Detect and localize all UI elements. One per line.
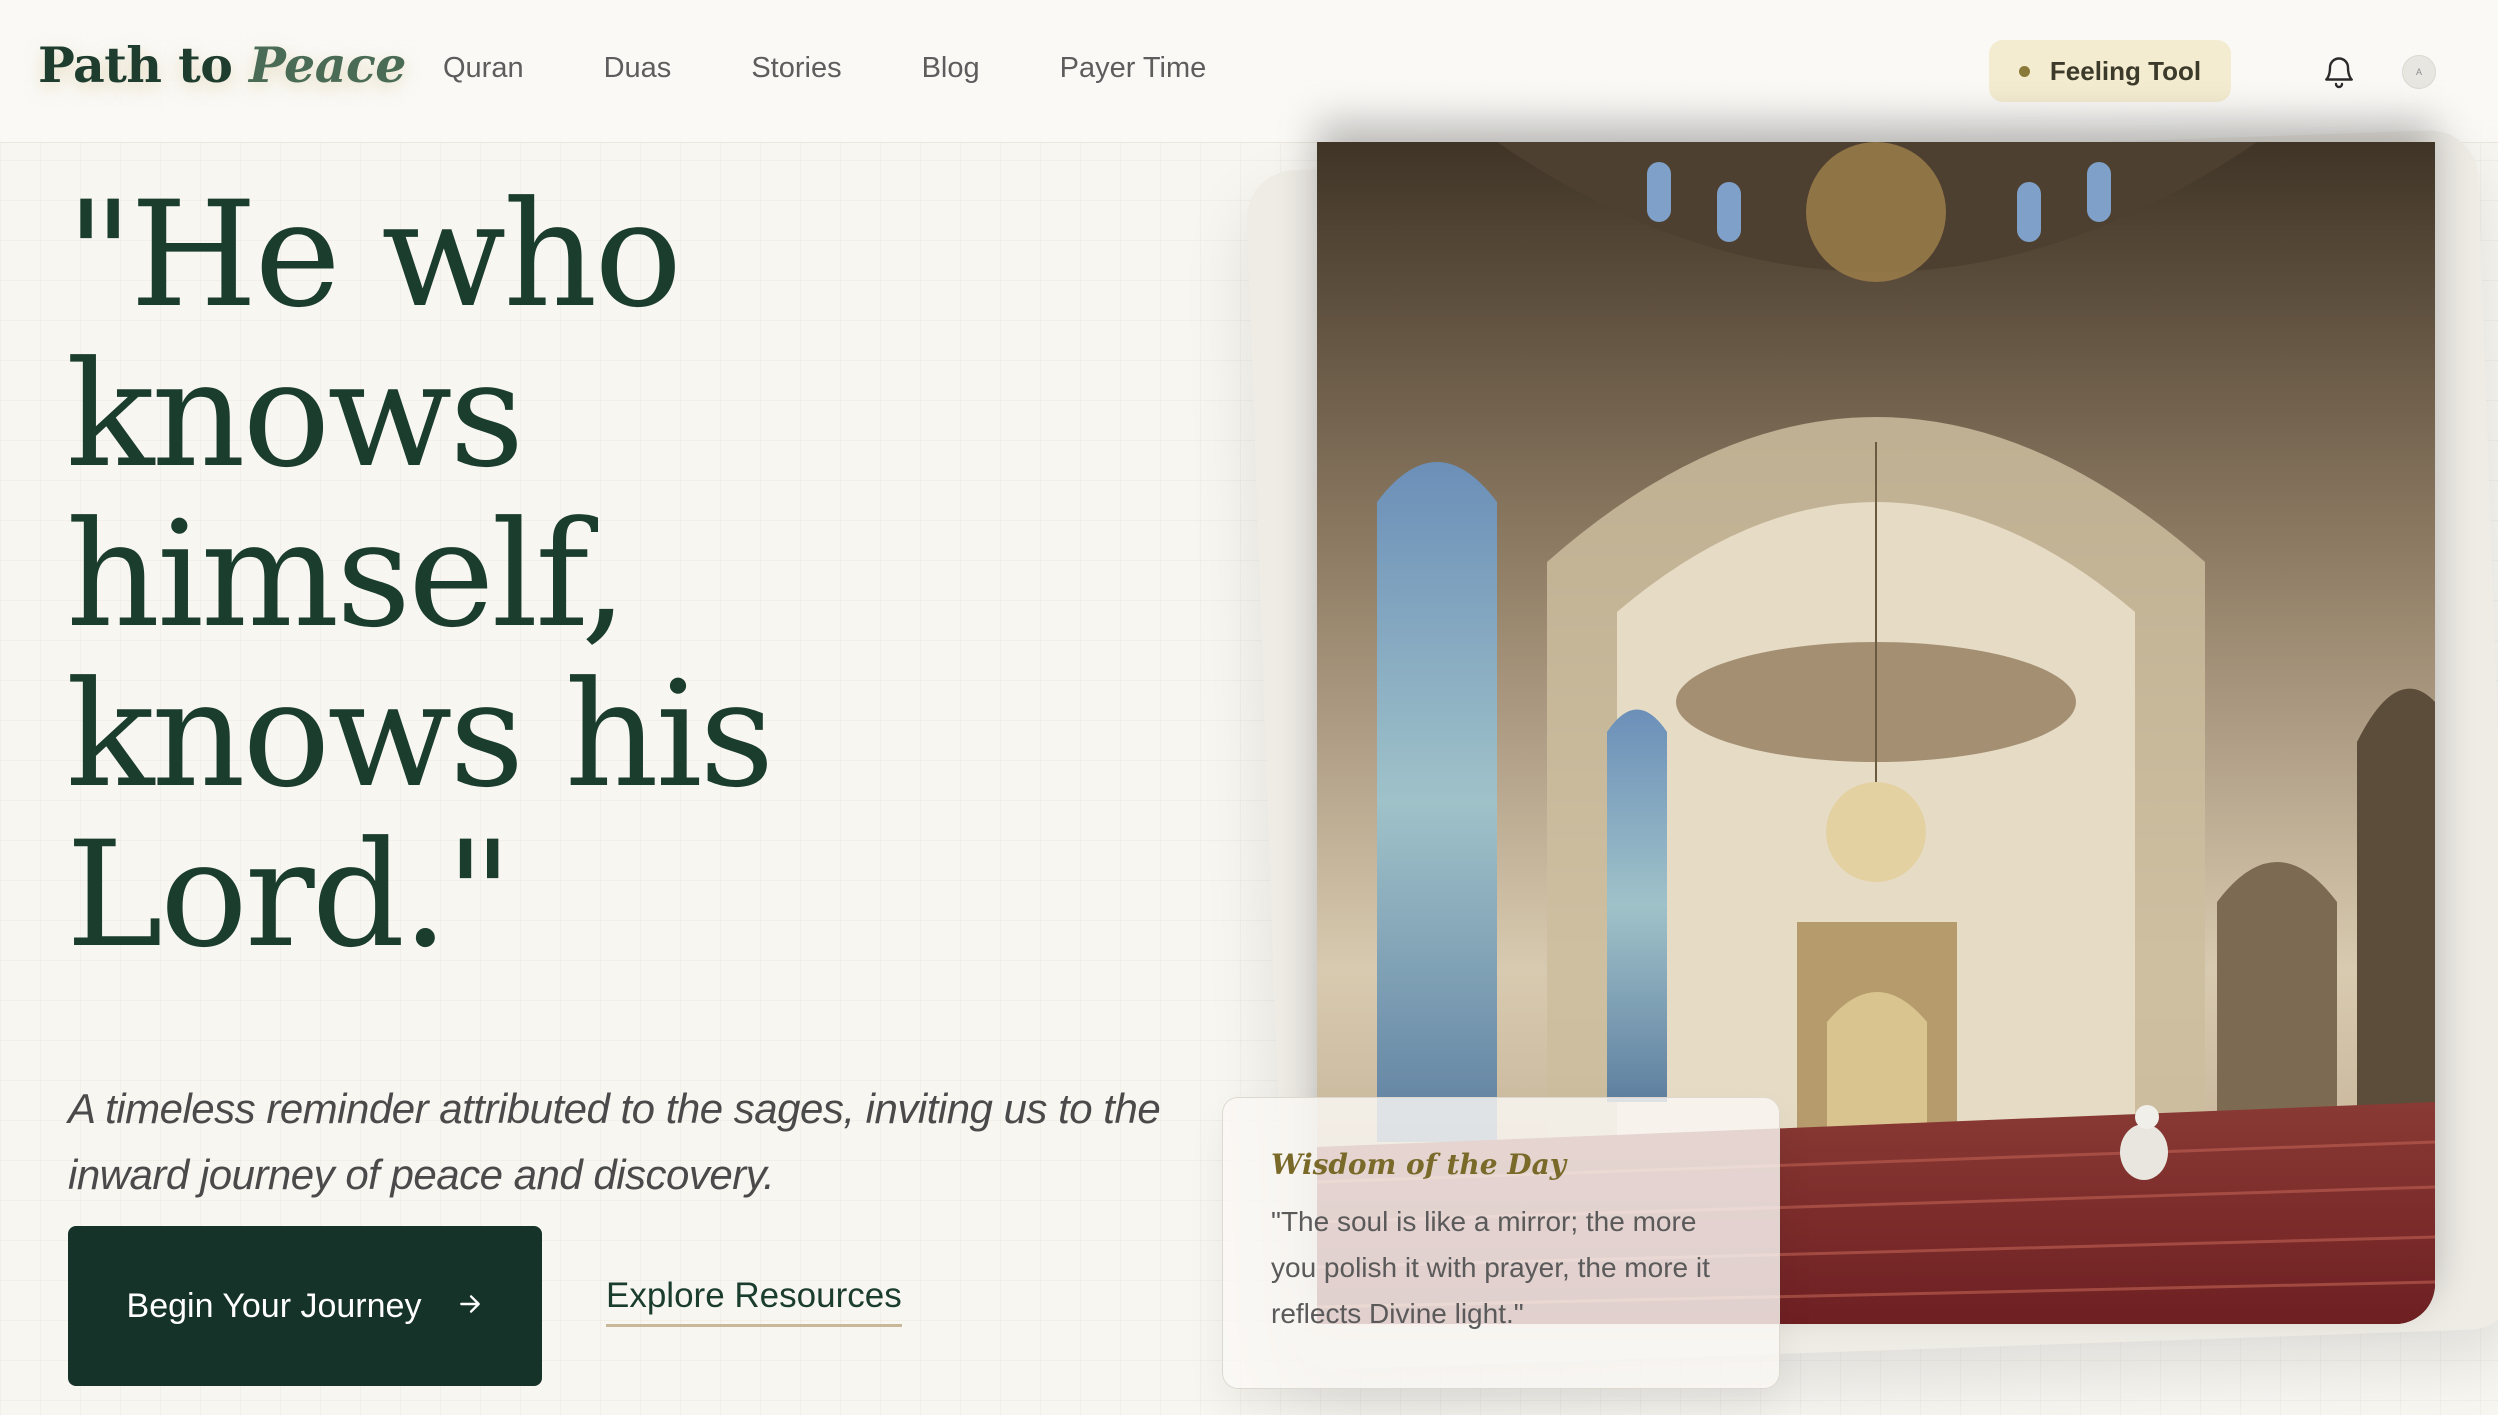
hero-quote-line: knows his	[66, 650, 774, 820]
wisdom-text: "The soul is like a mirror; the more you…	[1271, 1206, 1710, 1329]
avatar[interactable]: A	[2402, 55, 2436, 89]
explore-resources-link[interactable]: Explore Resources	[606, 1276, 902, 1327]
begin-journey-label: Begin Your Journey	[126, 1286, 422, 1325]
begin-journey-button[interactable]: Begin Your Journey	[68, 1226, 542, 1386]
feeling-tool-button[interactable]: Feeling Tool	[1989, 40, 2231, 102]
brand-accent: Peace	[248, 36, 406, 94]
nav-item-prayer-time[interactable]: Payer Time	[1060, 52, 1207, 85]
nav-item-blog[interactable]: Blog	[922, 52, 980, 85]
nav-item-quran[interactable]: Quran	[443, 52, 524, 85]
bell-icon[interactable]	[2321, 52, 2357, 92]
hero-quote: "He who knows himself, knows his Lord."	[66, 175, 1166, 975]
feeling-tool-label: Feeling Tool	[2049, 55, 2202, 86]
status-dot-icon	[2018, 65, 2030, 77]
arrow-right-icon	[457, 1288, 483, 1325]
hero-quote-line: "He who	[66, 170, 682, 340]
wisdom-of-the-day-card: Wisdom of the Day "The soul is like a mi…	[1222, 1097, 1780, 1389]
top-nav-bar: Path to Peace Quran Duas Stories Blog Pa…	[0, 0, 2498, 143]
brand-name: Path to	[38, 36, 233, 94]
hero-subtitle: A timeless reminder attributed to the sa…	[68, 1085, 1161, 1198]
brand-logo[interactable]: Path to Peace	[38, 36, 406, 94]
hero-quote-line: knows	[66, 330, 524, 500]
nav-item-duas[interactable]: Duas	[604, 52, 672, 85]
nav-item-stories[interactable]: Stories	[751, 52, 841, 85]
avatar-initial: A	[2415, 67, 2422, 77]
hero-quote-line: himself,	[66, 490, 627, 660]
wisdom-title: Wisdom of the Day	[1271, 1148, 1566, 1181]
hero-quote-line: Lord."	[66, 810, 513, 980]
main-nav: Quran Duas Stories Blog Payer Time	[443, 52, 1286, 85]
